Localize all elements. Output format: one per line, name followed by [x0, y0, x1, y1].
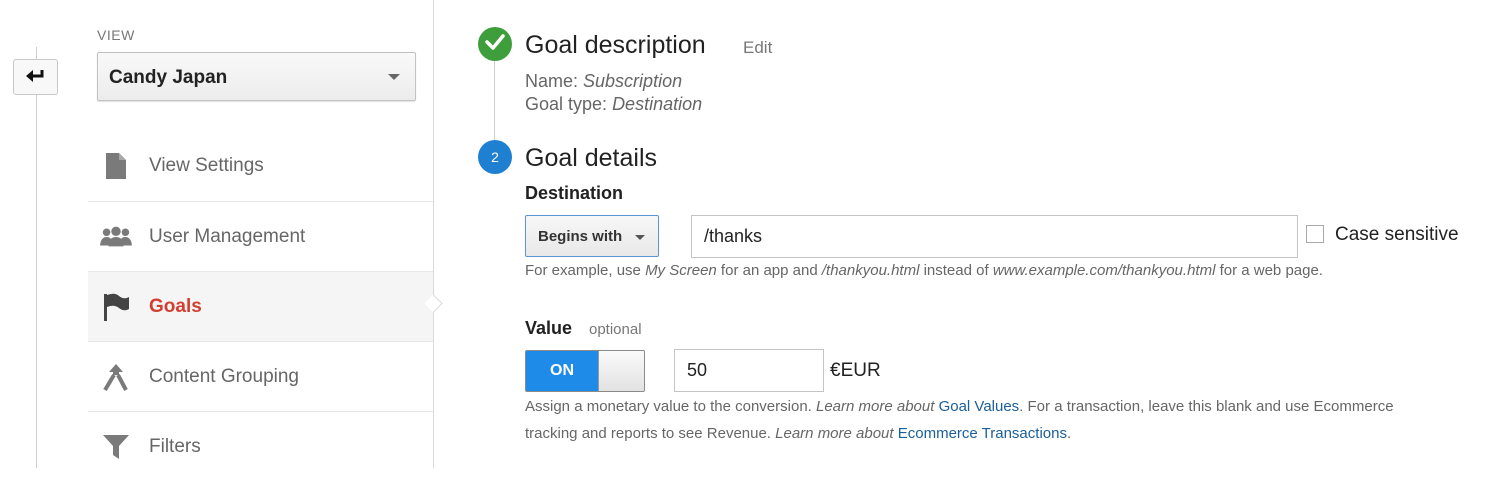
- sidebar-item-content-grouping[interactable]: Content Grouping: [88, 341, 433, 411]
- filter-icon: [100, 431, 132, 463]
- destination-help-text: For example, use My Screen for an app an…: [525, 257, 1323, 284]
- sidebar-item-user-management[interactable]: User Management: [88, 201, 433, 271]
- edit-description-link[interactable]: Edit: [743, 38, 772, 58]
- value-help-line-1: Assign a monetary value to the conversio…: [525, 393, 1394, 420]
- toggle-on-label: ON: [526, 351, 598, 391]
- sidebar-item-view-settings[interactable]: View Settings: [88, 131, 433, 201]
- goal-type-prefix: Goal type:: [525, 94, 608, 114]
- match-type-dropdown[interactable]: Begins with: [525, 215, 659, 257]
- document-icon: [100, 150, 132, 182]
- help-text: Learn more about: [816, 398, 939, 415]
- help-text: for an app and: [716, 262, 822, 279]
- step-complete-badge: [478, 27, 512, 61]
- destination-label: Destination: [525, 183, 624, 203]
- sidebar-item-label: Content Grouping: [149, 366, 299, 387]
- match-type-value: Begins with: [538, 228, 623, 245]
- help-text: Assign a monetary value to the conversio…: [525, 398, 816, 415]
- help-text: tracking and reports to see Revenue.: [525, 425, 776, 442]
- chevron-down-icon: [635, 235, 645, 240]
- sidebar-item-goals[interactable]: Goals: [88, 271, 433, 341]
- goal-details-title: Goal details: [525, 144, 658, 172]
- destination-input[interactable]: [691, 215, 1298, 258]
- flag-icon: [100, 291, 132, 323]
- value-optional-hint: optional: [589, 321, 642, 338]
- help-text: .: [1066, 425, 1072, 442]
- goal-name-line: Name: Subscription: [525, 71, 682, 92]
- users-icon: [100, 221, 132, 253]
- step-connector: [494, 60, 495, 142]
- goal-type-line: Goal type: Destination: [525, 94, 702, 115]
- step-number-badge: 2: [478, 140, 512, 174]
- toggle-knob: [598, 351, 644, 391]
- case-sensitive-label: Case sensitive: [1335, 224, 1459, 245]
- help-text: For example, use: [525, 262, 646, 279]
- goal-type-value: Destination: [612, 94, 703, 114]
- sidebar-item-label: Filters: [149, 436, 201, 457]
- sidebar-item-filters[interactable]: Filters: [88, 411, 433, 481]
- help-example: /thankyou.html: [821, 262, 920, 279]
- back-arrow-icon: [25, 67, 47, 88]
- sidebar-item-label: User Management: [149, 226, 306, 247]
- back-button[interactable]: [13, 59, 58, 95]
- help-text: . For a transaction, leave this blank an…: [1019, 398, 1394, 415]
- goal-name-value: Subscription: [583, 71, 683, 91]
- help-example: My Screen: [645, 262, 717, 279]
- checkmark-icon: [485, 33, 505, 55]
- help-text: for a web page.: [1215, 262, 1323, 279]
- help-text: instead of: [919, 262, 993, 279]
- goal-values-link[interactable]: Goal Values: [939, 398, 1020, 415]
- help-example: www.example.com/thankyou.html: [992, 262, 1216, 279]
- value-label: Value: [525, 318, 573, 338]
- help-text: Learn more about: [775, 425, 898, 442]
- sidebar-item-label: Goals: [149, 296, 202, 317]
- goal-name-prefix: Name:: [525, 71, 579, 91]
- case-sensitive-checkbox[interactable]: [1306, 225, 1324, 243]
- sidebar-item-label: View Settings: [149, 155, 264, 176]
- goal-description-title: Goal description: [525, 31, 706, 59]
- view-label: VIEW: [97, 27, 135, 43]
- grouping-icon: [100, 361, 132, 393]
- value-toggle[interactable]: ON: [525, 350, 645, 392]
- value-help-line-2: tracking and reports to see Revenue. Lea…: [525, 420, 1394, 447]
- currency-label: €EUR: [830, 360, 881, 381]
- ecommerce-transactions-link[interactable]: Ecommerce Transactions: [898, 425, 1067, 442]
- view-dropdown-value: Candy Japan: [109, 67, 228, 88]
- rail-line: [36, 47, 37, 468]
- value-amount-input[interactable]: [674, 349, 824, 392]
- view-dropdown[interactable]: Candy Japan: [97, 52, 416, 101]
- value-help-text: Assign a monetary value to the conversio…: [525, 393, 1394, 447]
- chevron-down-icon: [388, 74, 400, 80]
- admin-sidebar: VIEW Candy Japan View Settings User Mana…: [88, 0, 434, 468]
